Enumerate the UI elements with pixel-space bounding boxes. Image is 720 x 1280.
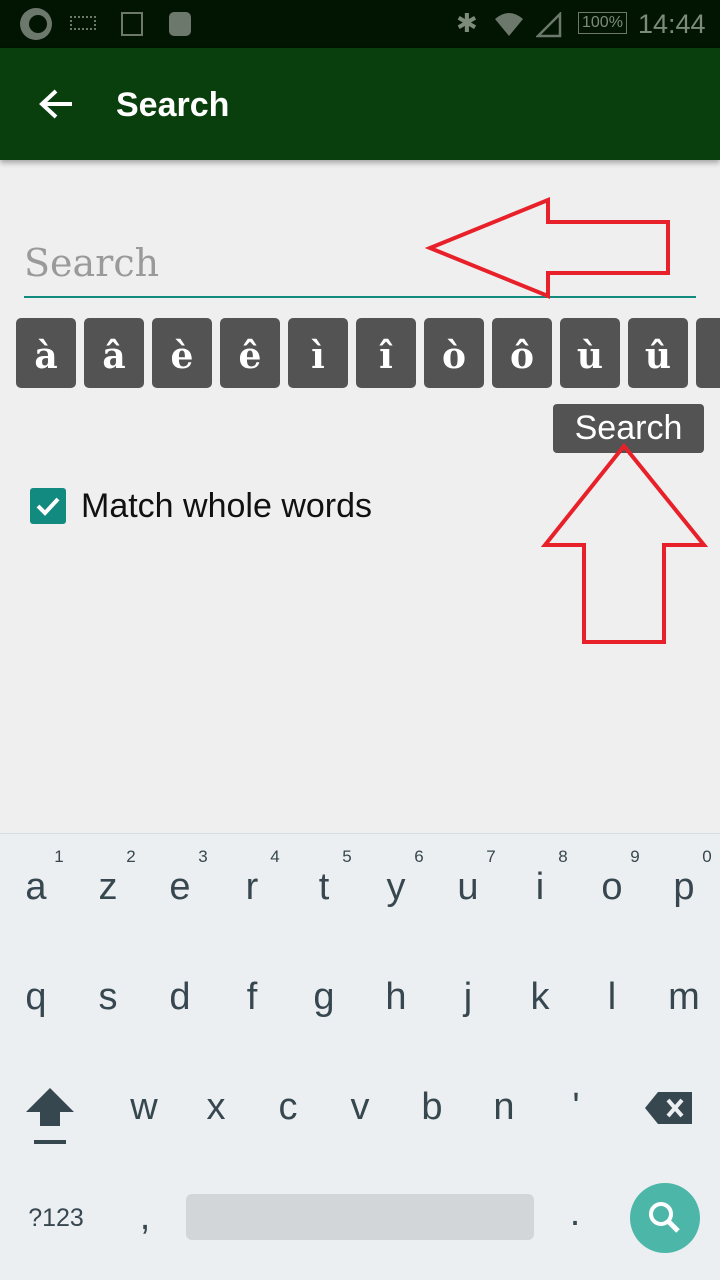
- key-a[interactable]: a: [0, 866, 72, 909]
- key-hint: 9: [630, 847, 640, 866]
- key-i[interactable]: i: [504, 866, 576, 909]
- key-d[interactable]: d: [144, 976, 216, 1019]
- key-s[interactable]: s: [72, 976, 144, 1019]
- backspace-icon[interactable]: [644, 1090, 694, 1126]
- key-z[interactable]: z: [72, 866, 144, 909]
- search-icon: [649, 1202, 680, 1233]
- up-arrow-annotation: [540, 442, 709, 644]
- period-key[interactable]: .: [539, 1192, 611, 1235]
- key-b[interactable]: b: [396, 1086, 468, 1129]
- keyboard-search-button[interactable]: [630, 1183, 700, 1253]
- key-j[interactable]: j: [432, 976, 504, 1019]
- key-m[interactable]: m: [648, 976, 720, 1019]
- key-w[interactable]: w: [108, 1086, 180, 1129]
- key-x[interactable]: x: [180, 1086, 252, 1129]
- symbols-key[interactable]: ?123: [20, 1204, 92, 1233]
- key-v[interactable]: v: [324, 1086, 396, 1129]
- key-hint: 0: [702, 847, 712, 866]
- key-apostrophe[interactable]: ': [540, 1086, 612, 1129]
- key-hint: 8: [558, 847, 568, 866]
- comma-key[interactable]: ,: [109, 1196, 181, 1239]
- key-f[interactable]: f: [216, 976, 288, 1019]
- key-hint: 4: [270, 847, 280, 866]
- key-n[interactable]: n: [468, 1086, 540, 1129]
- annotation-arrows: [424, 197, 709, 644]
- key-y[interactable]: y: [360, 866, 432, 909]
- key-hint: 6: [414, 847, 424, 866]
- key-c[interactable]: c: [252, 1086, 324, 1129]
- shift-icon[interactable]: [24, 1086, 76, 1148]
- key-u[interactable]: u: [432, 866, 504, 909]
- key-hint: 1: [54, 847, 64, 866]
- key-hint: 2: [126, 847, 136, 866]
- space-bar[interactable]: [186, 1194, 534, 1240]
- left-arrow-annotation: [424, 197, 670, 299]
- key-k[interactable]: k: [504, 976, 576, 1019]
- key-hint: 3: [198, 847, 208, 866]
- key-o[interactable]: o: [576, 866, 648, 909]
- key-r[interactable]: r: [216, 866, 288, 909]
- key-hint: 5: [342, 847, 352, 866]
- key-g[interactable]: g: [288, 976, 360, 1019]
- key-p[interactable]: p: [648, 866, 720, 909]
- key-hint: 7: [486, 847, 496, 866]
- key-e[interactable]: e: [144, 866, 216, 909]
- key-t[interactable]: t: [288, 866, 360, 909]
- key-q[interactable]: q: [0, 976, 72, 1019]
- key-l[interactable]: l: [576, 976, 648, 1019]
- key-h[interactable]: h: [360, 976, 432, 1019]
